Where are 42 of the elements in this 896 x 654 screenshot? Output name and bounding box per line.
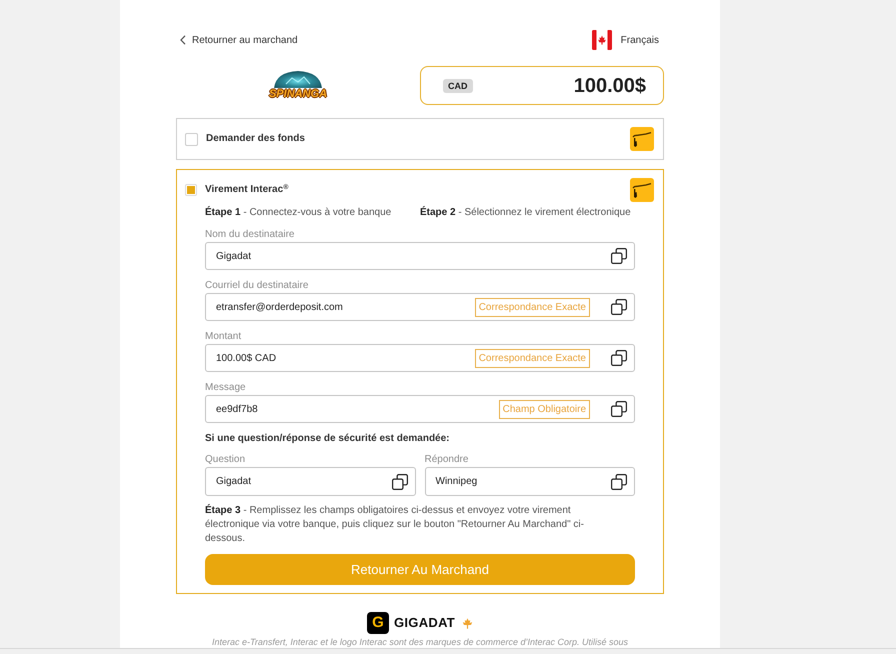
amount-text: 100.00$ — [574, 74, 646, 98]
requirement-note: Correspondance Exacte — [474, 348, 590, 368]
text-field[interactable]: Gigadat — [205, 242, 635, 270]
field-label: Nom du destinataire — [205, 228, 296, 242]
checkbox[interactable] — [185, 184, 197, 196]
maple-leaf-icon — [462, 618, 474, 628]
text-field[interactable]: ee9df7b8 Champ Obligatoire — [205, 395, 635, 423]
text-field[interactable]: 100.00$ CAD Correspondance Exacte — [205, 344, 635, 372]
section-heading: Si une question/réponse de sécurité est demandée: — [205, 432, 451, 446]
text-field[interactable]: Gigadat — [205, 467, 416, 496]
legal-text: Interac e-Transfert, Interac et le logo Interac sont des marques de commerce d’Interac Corp. Utilisé sous — [210, 636, 630, 648]
text-field[interactable]: Winnipeg — [424, 467, 635, 496]
option-label: Demander des fonds — [206, 132, 305, 146]
brand-name: GIGADAT — [394, 615, 456, 631]
field-label: Montant — [205, 330, 242, 344]
step-text: Étape 2 - Sélectionnez le virement électronique — [420, 206, 632, 220]
currency-label: CAD — [443, 78, 472, 92]
checkbox[interactable] — [185, 132, 198, 146]
requirement-note: Correspondance Exacte — [474, 298, 590, 316]
text-field[interactable]: etransfer@orderdeposit.com Correspondance Exacte — [205, 293, 635, 321]
step-text: Étape 1 - Connectez-vous à votre banque — [205, 206, 392, 220]
field-label: Répondre — [424, 453, 470, 467]
requirement-note: Champ Obligatoire — [498, 400, 590, 418]
copy-icon[interactable] — [611, 401, 627, 417]
copy-icon[interactable] — [611, 248, 627, 264]
flag-icon — [592, 30, 612, 50]
payment-logo-icon — [630, 178, 654, 202]
copy-icon[interactable] — [611, 299, 627, 315]
copy-icon[interactable] — [611, 474, 627, 490]
step-text: Étape 3 - Remplissez les champs obligatoires ci-dessus et envoyez votre virement électronique via votre banque, puis cliquez sur le bouton "Retourner Au Marchand" ci-dessous. — [205, 504, 585, 546]
back-link[interactable]: Retourner au marchand — [180, 32, 298, 48]
payment-logo-icon — [630, 127, 654, 151]
field-label: Question — [205, 453, 246, 467]
field-label: Message — [205, 381, 247, 395]
copy-icon[interactable] — [611, 350, 627, 366]
copy-icon[interactable] — [392, 474, 408, 490]
chevron-left-icon — [180, 35, 186, 45]
field-label: Courriel du destinataire — [205, 279, 310, 293]
game-logo: SPINANGA — [266, 68, 330, 104]
brand-logo: G — [366, 612, 389, 634]
option-label: Virement Interac$^{®}$ — [205, 183, 288, 197]
language-selector[interactable]: Français — [592, 30, 659, 50]
